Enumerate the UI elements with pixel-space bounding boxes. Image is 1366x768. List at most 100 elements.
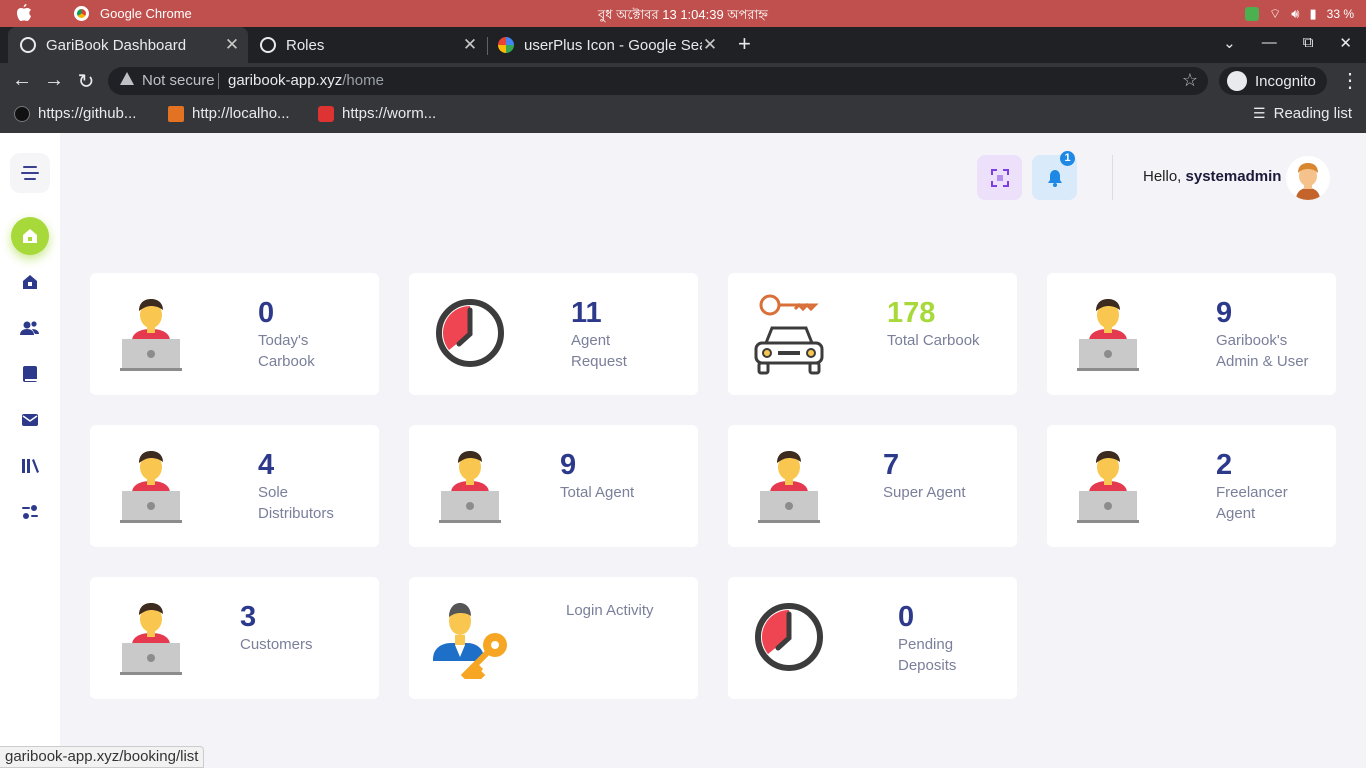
os-top-bar: Google Chrome বুধ অক্টোবর 13 1:04:39 অপর… xyxy=(0,0,1366,27)
card-freelancer-agent[interactable]: 2 Freelancer Agent xyxy=(1047,425,1336,547)
tab-userplus-icon-search[interactable]: userPlus Icon - Google Sea ✕ xyxy=(490,27,726,63)
system-tray[interactable]: ⌔ 🔊︎ ▮ 33 % xyxy=(1245,6,1354,22)
card-value: 7 xyxy=(883,449,900,481)
agent-laptop-icon xyxy=(758,451,820,523)
bookmark-github[interactable]: https://github... xyxy=(14,105,136,122)
sidebar-item-book[interactable] xyxy=(19,363,41,385)
agent-laptop-icon xyxy=(120,299,182,371)
close-tab-icon[interactable]: ✕ xyxy=(702,35,718,55)
card-value: 0 xyxy=(898,601,915,633)
close-tab-icon[interactable]: ✕ xyxy=(462,35,478,55)
bookmark-star-icon[interactable]: ☆ xyxy=(1182,70,1198,91)
card-login-activity[interactable]: Login Activity xyxy=(409,577,698,699)
avatar[interactable] xyxy=(1286,156,1330,200)
card-agent-request[interactable]: 11 Agent Request xyxy=(409,273,698,395)
greeting: Hello, systemadmin xyxy=(1143,168,1281,185)
tab-garibook-dashboard[interactable]: GariBook Dashboard ✕ xyxy=(8,27,248,63)
sidebar-item-mail[interactable] xyxy=(19,409,41,431)
fullscreen-button[interactable] xyxy=(977,155,1022,200)
sidebar-item-users[interactable] xyxy=(19,317,41,339)
not-secure-label[interactable]: Not secure xyxy=(142,72,215,89)
bookmark-label: https://github... xyxy=(38,105,137,122)
minimize-icon[interactable]: — xyxy=(1262,34,1277,52)
card-customers[interactable]: 3 Customers xyxy=(90,577,379,699)
menu-line xyxy=(23,166,37,168)
greeting-label: Hello, xyxy=(1143,168,1182,185)
card-admin-user[interactable]: 9 Garibook's Admin & User xyxy=(1047,273,1336,395)
sidebar-item-settings[interactable] xyxy=(19,501,41,523)
reading-list-button[interactable]: ☰ Reading list xyxy=(1253,105,1352,122)
close-tab-icon[interactable]: ✕ xyxy=(224,35,240,55)
tab-strip: GariBook Dashboard ✕ Roles ✕ userPlus Ic… xyxy=(0,27,1366,63)
forward-icon[interactable]: → xyxy=(43,69,65,92)
bookmark-localhost[interactable]: http://localho... xyxy=(168,105,290,122)
card-value: 2 xyxy=(1216,449,1233,481)
clock-icon xyxy=(436,299,504,367)
username[interactable]: systemadmin xyxy=(1186,168,1282,185)
card-label: Sole Distributors xyxy=(258,484,334,522)
main-content: 1 Hello, systemadmin 0 Today's Carbook 1… xyxy=(60,133,1366,768)
url-text[interactable]: garibook-app.xyz/home xyxy=(228,72,384,89)
menu-line xyxy=(21,172,39,174)
reload-icon[interactable]: ↻ xyxy=(75,69,97,94)
menu-dots-icon[interactable]: ⋮ xyxy=(1340,68,1360,93)
notification-count-badge: 1 xyxy=(1060,151,1075,166)
clock-icon xyxy=(755,603,823,671)
user-avatar-icon xyxy=(1286,156,1330,200)
card-label: Freelancer Agent xyxy=(1216,484,1288,522)
card-pending-deposits[interactable]: 0 Pending Deposits xyxy=(728,577,1017,699)
new-tab-icon[interactable]: + xyxy=(738,33,751,55)
card-todays-carbook[interactable]: 0 Today's Carbook xyxy=(90,273,379,395)
agent-laptop-icon xyxy=(120,603,182,675)
battery-level: 33 % xyxy=(1326,7,1354,21)
card-total-carbook[interactable]: 178 Total Carbook xyxy=(728,273,1017,395)
card-sole-distributors[interactable]: 4 Sole Distributors xyxy=(90,425,379,547)
card-value: 0 xyxy=(258,297,275,329)
sidebar-item-library[interactable] xyxy=(19,455,41,477)
card-super-agent[interactable]: 7 Super Agent xyxy=(728,425,1017,547)
users-icon xyxy=(20,321,39,335)
agent-laptop-icon xyxy=(120,451,182,523)
divider xyxy=(218,73,219,89)
tab-search-icon[interactable]: ⌄ xyxy=(1223,34,1236,52)
browser-toolbar: ← → ↻ Not secure garibook-app.xyz/home ☆… xyxy=(0,63,1366,99)
clock[interactable]: বুধ অক্টোবর 13 1:04:39 অপরাহ্ন xyxy=(0,6,1366,27)
maximize-icon[interactable]: ⧉ xyxy=(1303,34,1314,52)
card-label: Agent Request xyxy=(571,332,627,370)
user-key-icon xyxy=(433,603,507,679)
menu-line xyxy=(24,178,36,180)
battery-icon: ▮ xyxy=(1309,6,1317,21)
sidebar-toggle-button[interactable] xyxy=(10,153,50,193)
reading-list-label: Reading list xyxy=(1273,105,1352,122)
warning-icon xyxy=(120,72,134,85)
sidebar-item-home[interactable] xyxy=(11,217,49,255)
link-status-bar: garibook-app.xyz/booking/list xyxy=(0,746,205,768)
card-value: 11 xyxy=(571,297,602,329)
sidebar-item-dashboard[interactable] xyxy=(19,271,41,293)
fullscreen-icon xyxy=(990,168,1009,187)
close-window-icon[interactable]: ✕ xyxy=(1339,34,1352,52)
tab-roles[interactable]: Roles ✕ xyxy=(250,27,486,63)
worm-icon xyxy=(318,105,334,122)
incognito-badge[interactable]: Incognito xyxy=(1219,67,1327,95)
card-label: Pending Deposits xyxy=(898,636,957,674)
address-bar[interactable]: Not secure garibook-app.xyz/home ☆ xyxy=(108,67,1208,95)
library-icon xyxy=(22,459,39,473)
globe-icon xyxy=(260,37,276,53)
card-total-agent[interactable]: 9 Total Agent xyxy=(409,425,698,547)
card-value: 9 xyxy=(1216,297,1233,329)
url-host: garibook-app.xyz xyxy=(228,72,343,89)
card-value: 178 xyxy=(887,297,936,329)
card-label: Login Activity xyxy=(566,602,654,619)
card-label: Total Agent xyxy=(560,484,635,501)
bookmark-label: https://worm... xyxy=(342,105,437,122)
car-key-icon xyxy=(754,294,824,375)
bookmark-worm[interactable]: https://worm... xyxy=(318,105,436,122)
house-icon xyxy=(23,275,37,289)
back-icon[interactable]: ← xyxy=(11,69,33,92)
book-icon xyxy=(23,366,37,382)
card-label: Super Agent xyxy=(883,484,966,501)
reading-list-icon: ☰ xyxy=(1253,105,1266,121)
wifi-icon: ⌔ xyxy=(1269,6,1282,21)
sidebar xyxy=(0,133,60,768)
